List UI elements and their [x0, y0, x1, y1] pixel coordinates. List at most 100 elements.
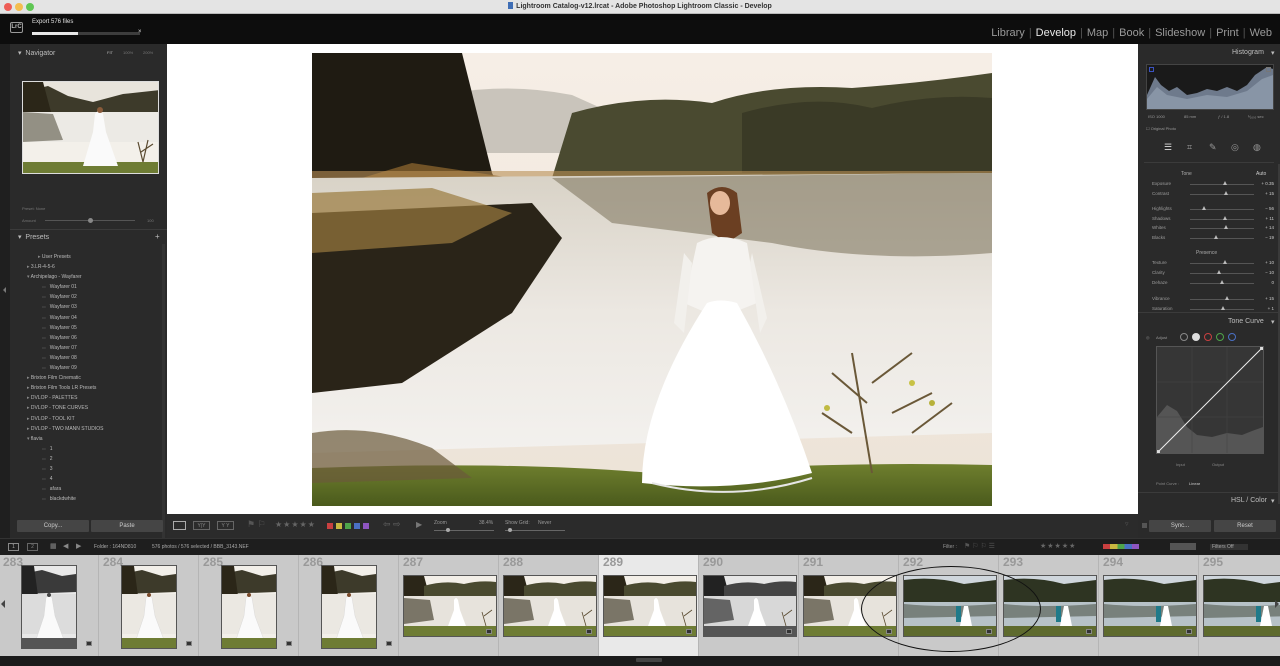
module-library[interactable]: Library — [987, 27, 1029, 39]
zoom-fit[interactable]: FIT — [107, 50, 113, 55]
preset-scrollbar[interactable] — [162, 244, 165, 544]
sync-settings-button[interactable]: Sync... — [1149, 520, 1211, 532]
slider-contrast[interactable]: Contrast + 15 — [1152, 190, 1274, 199]
slider-value[interactable]: − 56 — [1265, 206, 1274, 211]
filmstrip-thumbnail[interactable] — [21, 565, 77, 649]
flag-filter-icons[interactable]: ⚑ ⚐ ⚐ ☰ — [964, 542, 995, 550]
grid-slider-knob[interactable] — [508, 528, 512, 532]
grid-view-icon[interactable]: ▦ — [50, 542, 57, 550]
navigator-preview[interactable] — [22, 81, 159, 174]
target-adjust-icon[interactable]: ◎ — [1146, 335, 1150, 340]
slider-track[interactable] — [1190, 299, 1254, 300]
point-curve-blue-icon[interactable] — [1228, 333, 1236, 341]
preset-item[interactable]: ▾ flavia — [27, 434, 173, 444]
filmstrip-scroll-left-icon[interactable] — [1, 600, 5, 608]
module-map[interactable]: Map — [1083, 27, 1112, 39]
grid-slider[interactable] — [505, 530, 565, 531]
preset-item[interactable]: ▭ blackdwhite — [27, 494, 173, 504]
crop-icon[interactable]: ⌗ — [1187, 142, 1192, 153]
slider-knob[interactable] — [1220, 280, 1224, 284]
preset-item[interactable]: ▭ 4 — [27, 474, 173, 484]
module-print[interactable]: Print — [1212, 27, 1243, 39]
highlight-clipping-icon[interactable] — [1266, 67, 1271, 72]
zoom-100[interactable]: 100% — [123, 50, 133, 55]
show-grid-select[interactable]: Never — [538, 520, 551, 526]
preset-item[interactable]: ▭ Wayfarer 09 — [27, 363, 173, 373]
color-label-red[interactable] — [327, 523, 333, 529]
preset-item[interactable]: ▸ 3.LR-4-5-6 — [27, 262, 173, 272]
shadow-clipping-icon[interactable] — [1149, 67, 1154, 72]
red-eye-icon[interactable]: ◎ — [1231, 142, 1239, 153]
cancel-export-icon[interactable]: × — [138, 29, 142, 35]
slider-track[interactable] — [1190, 263, 1254, 264]
flag-icon[interactable]: ⚑ ⚐ — [247, 519, 266, 530]
filmstrip-frame[interactable]: 288 — [499, 555, 599, 656]
slider-blacks[interactable]: Blacks − 19 — [1152, 234, 1274, 243]
slider-shadows[interactable]: Shadows + 11 — [1152, 215, 1274, 224]
module-slideshow[interactable]: Slideshow — [1151, 27, 1209, 39]
preset-item[interactable]: ▭ afara — [27, 484, 173, 494]
sync-toggle-icon[interactable] — [1142, 523, 1147, 528]
histogram-collapse-icon[interactable]: ▾ — [1271, 49, 1275, 57]
zoom-slider-knob[interactable] — [446, 528, 450, 532]
slider-knob[interactable] — [1220, 306, 1225, 310]
filmstrip-scroll-right-icon[interactable] — [1275, 600, 1279, 608]
toolbar-menu-icon[interactable]: ▿ — [1125, 520, 1129, 528]
slider-track[interactable] — [1190, 218, 1254, 220]
slider-knob[interactable] — [1223, 260, 1228, 264]
preset-item[interactable]: ▸ DVLOP - TOOL KIT — [27, 414, 173, 424]
back-icon[interactable]: ◀ — [63, 542, 68, 550]
slider-track[interactable] — [1190, 273, 1254, 274]
filmstrip-thumbnail[interactable] — [1103, 575, 1197, 637]
slider-knob[interactable] — [1224, 190, 1229, 195]
slider-knob[interactable] — [1224, 225, 1229, 229]
slider-knob[interactable] — [1202, 206, 1207, 210]
filmstrip-frame[interactable]: 284 — [99, 555, 199, 656]
slider-track[interactable] — [1190, 193, 1254, 195]
slider-value[interactable]: 0 — [1271, 280, 1274, 285]
slider-clarity[interactable]: Clarity − 10 — [1152, 269, 1274, 278]
left-collapse-icon[interactable] — [3, 287, 6, 293]
before-after-swap-icon[interactable]: Y Y — [217, 521, 234, 530]
play-slideshow-icon[interactable]: ▶ — [416, 520, 422, 529]
slider-value[interactable]: + 11 — [1265, 216, 1274, 221]
slider-value[interactable]: − 10 — [1265, 270, 1274, 275]
hsl-header[interactable]: HSL / Color ▾ — [1138, 492, 1280, 506]
filmstrip-thumbnail[interactable] — [703, 575, 797, 637]
slider-texture[interactable]: Texture + 10 — [1152, 259, 1274, 268]
slider-value[interactable]: + 1 — [1268, 306, 1274, 311]
slider-track[interactable] — [1190, 237, 1254, 239]
preset-item[interactable]: ▭ Wayfarer 03 — [27, 302, 173, 312]
auto-tone-button[interactable]: Auto — [1256, 171, 1266, 177]
star-rating[interactable]: ★★★★★ — [275, 520, 316, 529]
primary-window-icon[interactable]: 1 — [8, 543, 19, 551]
filmstrip-frame[interactable]: 283 — [0, 555, 99, 656]
rating-filter[interactable]: ★★★★★ — [1040, 542, 1076, 550]
filmstrip-thumbnail[interactable] — [403, 575, 497, 637]
slider-knob[interactable] — [1213, 234, 1218, 239]
preset-item[interactable]: ▭ Wayfarer 05 — [27, 323, 173, 333]
filmstrip-frame[interactable]: 289 — [599, 555, 699, 656]
slider-value[interactable]: + 15 — [1265, 191, 1274, 196]
preset-item[interactable]: ▭ Wayfarer 07 — [27, 343, 173, 353]
hsl-collapse-icon[interactable]: ▾ — [1271, 497, 1275, 505]
reset-settings-button[interactable]: Reset — [1214, 520, 1276, 532]
secondary-window-icon[interactable]: 2 — [27, 543, 38, 551]
preset-item[interactable]: ▭ Wayfarer 04 — [27, 313, 173, 323]
slider-exposure[interactable]: Exposure + 0.35 — [1152, 180, 1274, 189]
slider-value[interactable]: + 10 — [1265, 260, 1274, 265]
copy-settings-button[interactable]: Copy... — [17, 520, 89, 532]
slider-dehaze[interactable]: Dehaze 0 — [1152, 279, 1274, 288]
preset-item[interactable]: ▾ Archipelago - Wayfarer — [27, 272, 173, 282]
masking-icon[interactable]: ◍ — [1253, 142, 1261, 153]
bottom-panel-grip[interactable] — [0, 656, 1280, 666]
original-photo-checkbox[interactable]: ☐ Original Photo — [1146, 126, 1176, 131]
preset-item[interactable]: ▭ 2 — [27, 454, 173, 464]
filmstrip-frame[interactable]: 286 — [299, 555, 399, 656]
preset-item[interactable]: ▭ Wayfarer 08 — [27, 353, 173, 363]
color-label-green[interactable] — [345, 523, 351, 529]
filmstrip-thumbnail[interactable] — [503, 575, 597, 637]
preset-item[interactable]: ▸ DVLOP - TONE CURVES — [27, 403, 173, 413]
edit-sliders-icon[interactable]: ☰ — [1164, 142, 1172, 153]
filmstrip-thumbnail[interactable] — [321, 565, 377, 649]
